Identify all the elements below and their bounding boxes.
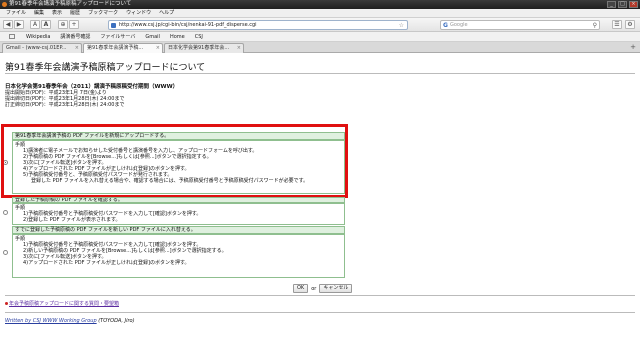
tab-label: Gmail - (www-csj.01EP...: [6, 45, 67, 51]
gear-icon[interactable]: ⚙: [625, 20, 635, 29]
bookmark-lecture-number[interactable]: 講演番号確認: [55, 32, 95, 42]
google-icon: G: [443, 22, 448, 29]
step-2: 2)登録した PDF ファイルが表示されます。: [23, 217, 121, 223]
window-controls: _ □ ×: [607, 1, 638, 8]
close-tab-icon[interactable]: ×: [156, 44, 160, 53]
bookmark-home[interactable]: Home: [165, 32, 190, 42]
bookmarks-bar: Wikipedia 講演番号確認 ファイルサーバ Gmail Home CSJ: [0, 32, 640, 42]
question-box-link[interactable]: 年会予稿原稿アップロードに関する質問・要望箱: [5, 300, 119, 307]
tab-label: 第91春季年会講演予稿...: [87, 45, 144, 51]
bookmark-wikipedia[interactable]: Wikipedia: [21, 32, 55, 42]
menu-window[interactable]: ウィンドウ: [122, 9, 155, 17]
menu-edit[interactable]: 編集: [30, 9, 48, 17]
tab-bar: Gmail - (www-csj.01EP... × 第91春季年会講演予稿..…: [0, 42, 640, 53]
close-tab-icon[interactable]: ×: [237, 44, 241, 53]
address-bar[interactable]: http://www.csj.jp/cgi-bin/csj/nenkai-91-…: [108, 20, 408, 30]
window-titlebar: 第91春季年会講演予稿原稿アップロードについて _ □ ×: [0, 0, 640, 9]
section-replace-body: 手順 1)予稿原稿受付番号と予稿原稿受付パスワードを入力して[確認]ボタンを押す…: [12, 234, 345, 278]
bookmark-file-server[interactable]: ファイルサーバ: [95, 32, 140, 42]
search-icon[interactable]: ⚲: [593, 21, 597, 30]
bookmarks-icon[interactable]: [4, 32, 21, 42]
divider: [5, 73, 635, 74]
maximize-button[interactable]: □: [618, 1, 627, 8]
bookmark-csj[interactable]: CSJ: [190, 32, 208, 42]
tab-upload[interactable]: 第91春季年会講演予稿... ×: [83, 43, 163, 53]
footer: Written by CSJ WWW Working Group (TOYODA…: [5, 318, 135, 324]
tab-gmail[interactable]: Gmail - (www-csj.01EP... ×: [2, 43, 82, 53]
reload-icon[interactable]: ⊕: [58, 20, 68, 29]
question-box-link-text: 年会予稿原稿アップロードに関する質問・要望箱: [9, 301, 120, 307]
site-icon: [111, 23, 116, 28]
firefox-icon: [2, 2, 7, 7]
section-confirm-body: 手順 1)予稿原稿受付番号と予稿原稿受付パスワードを入力して[確認]ボタンを押す…: [12, 203, 345, 225]
section-replace-head: すでに登録した予稿原稿の PDF ファイルを新しい PDF ファイルに入れ替える…: [12, 226, 345, 234]
page-menu-icon[interactable]: ☰: [612, 20, 622, 29]
divider: [5, 295, 635, 296]
page-title: 第91春季年会講演予稿原稿アップロードについて: [5, 63, 206, 73]
add-bookmark-button[interactable]: +: [69, 20, 79, 29]
minimize-button[interactable]: _: [607, 1, 616, 8]
divider: [5, 312, 635, 313]
forward-button[interactable]: ▶: [14, 20, 24, 29]
tab-label: 日本化学会第91春季年会...: [168, 45, 230, 51]
text-larger-button[interactable]: A: [41, 20, 51, 29]
close-button[interactable]: ×: [629, 1, 638, 8]
footer-author: (TOYODA, Jiro): [96, 318, 135, 324]
search-box[interactable]: G Google ⚲: [440, 20, 600, 30]
text-smaller-button[interactable]: A: [30, 20, 40, 29]
menu-bookmarks[interactable]: ブックマーク: [84, 9, 122, 17]
cancel-button[interactable]: キャンセル: [319, 284, 353, 293]
menu-view[interactable]: 表示: [48, 9, 66, 17]
footer-link[interactable]: Written by CSJ WWW Working Group: [5, 318, 97, 324]
ok-button[interactable]: OK: [293, 284, 309, 293]
menu-file[interactable]: ファイル: [2, 9, 30, 17]
form-actions: OK or キャンセル: [293, 284, 353, 293]
radio-confirm[interactable]: [3, 210, 8, 215]
address-url: http://www.csj.jp/cgi-bin/csj/nenkai-91-…: [119, 22, 257, 28]
bullet-icon: [5, 302, 8, 305]
menu-bar: ファイル 編集 表示 履歴 ブックマーク ウィンドウ ヘルプ: [0, 9, 640, 18]
window-title: 第91春季年会講演予稿原稿アップロードについて: [9, 1, 132, 7]
deadline-correct: 訂正締切日(PDF)：平成23年1月28日(木) 24:00まで: [5, 102, 125, 108]
page-content: 第91春季年会講演予稿原稿アップロードについて 日本化学会第91春季年会（201…: [0, 54, 640, 348]
navigation-toolbar: ◀ ▶ A A ⊕ + http://www.csj.jp/cgi-bin/cs…: [0, 18, 640, 32]
menu-help[interactable]: ヘルプ: [155, 9, 178, 17]
close-tab-icon[interactable]: ×: [75, 44, 79, 53]
back-button[interactable]: ◀: [3, 20, 13, 29]
or-label: or: [311, 285, 317, 292]
search-placeholder: Google: [450, 22, 468, 28]
tab-meeting[interactable]: 日本化学会第91春季年会... ×: [164, 43, 244, 53]
new-tab-button[interactable]: +: [630, 43, 636, 51]
radio-replace[interactable]: [3, 250, 8, 255]
bookmark-gmail[interactable]: Gmail: [140, 32, 165, 42]
menu-history[interactable]: 履歴: [66, 9, 84, 17]
star-icon[interactable]: ☆: [399, 21, 404, 30]
highlight-box: [1, 124, 348, 198]
step-4: 4)アップロードされた PDF ファイルが正しければ[登録]のボタンを押す。: [23, 260, 190, 266]
